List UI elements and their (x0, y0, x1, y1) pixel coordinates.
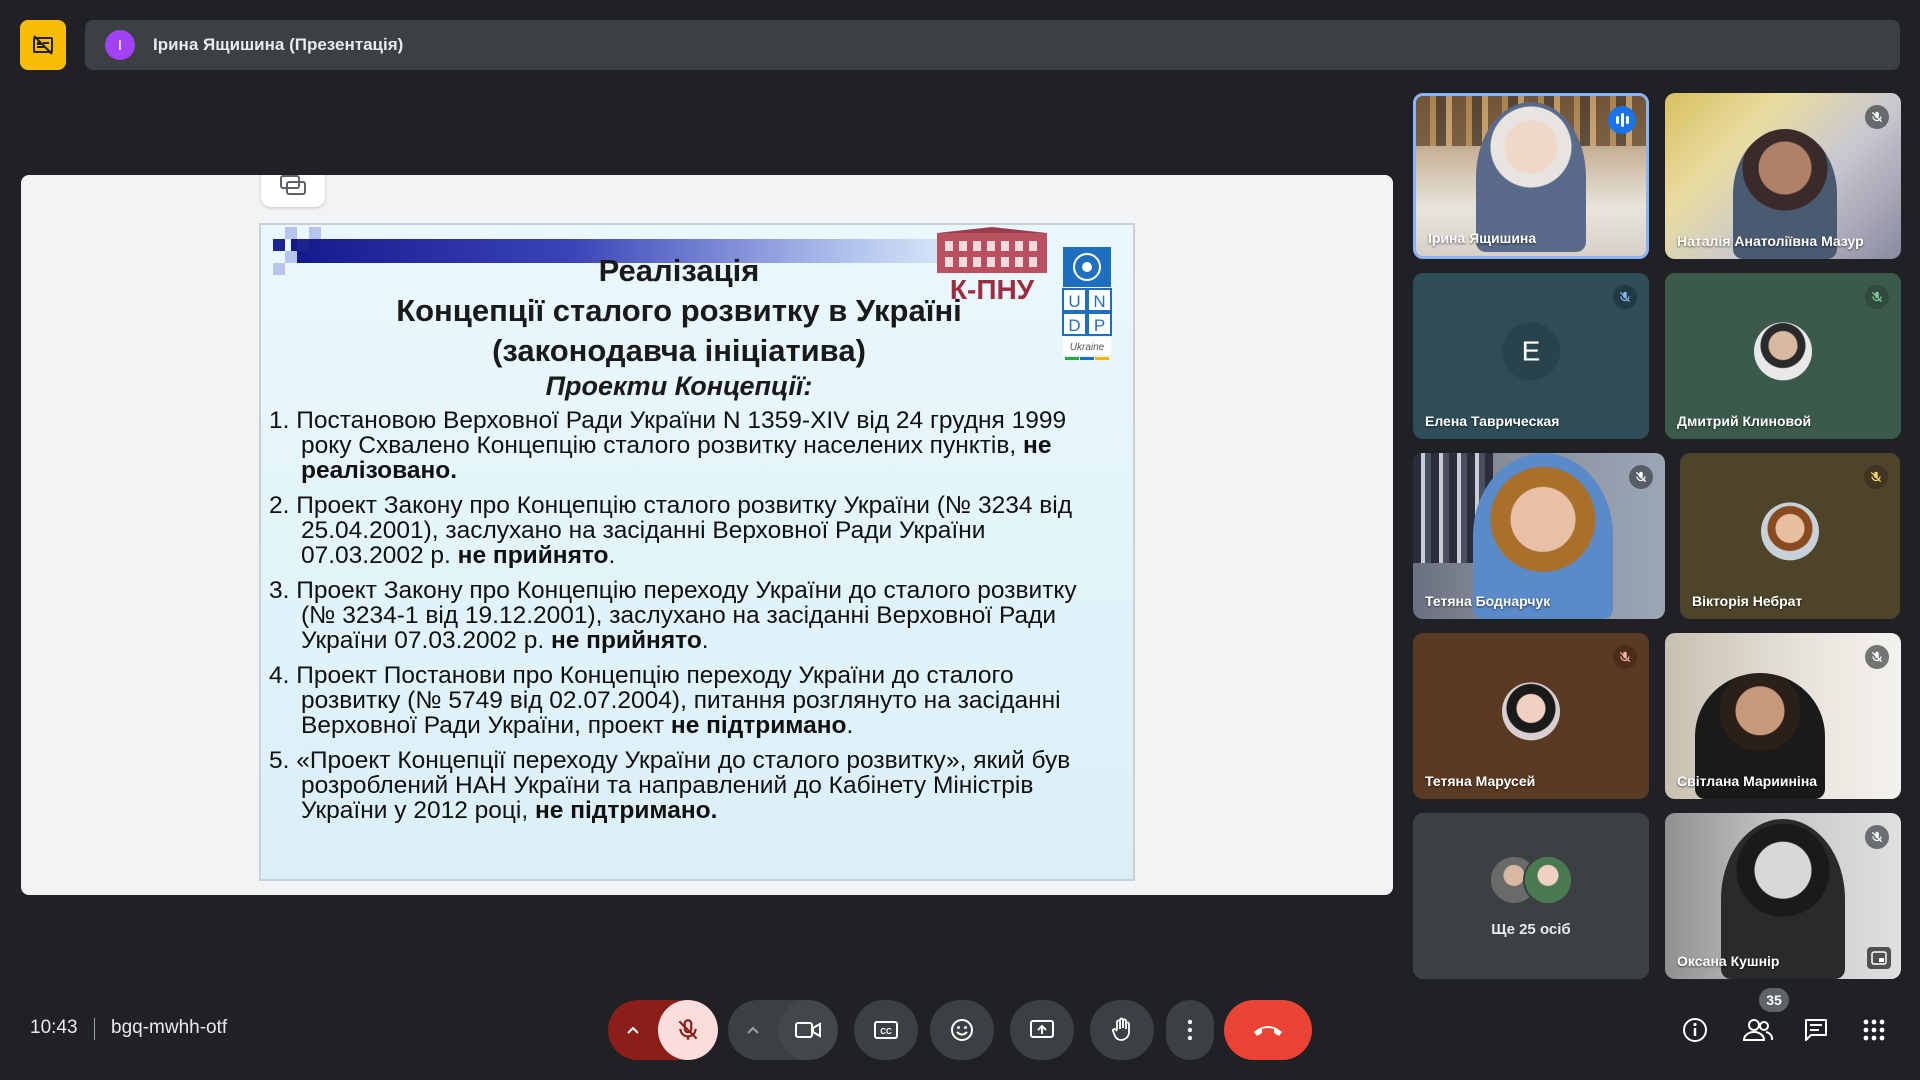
meeting-details-button[interactable] (1679, 1014, 1711, 1046)
slide-decor-square (297, 239, 309, 251)
participant-name: Дмитрий Клиновой (1677, 413, 1812, 429)
raise-hand-button[interactable] (1090, 1000, 1154, 1060)
slide-decor-square (309, 227, 321, 239)
presenter-bar: І Ірина Ящишина (Презентація) (85, 20, 1900, 70)
mic-off-icon (1613, 285, 1637, 309)
mic-toggle-button[interactable] (658, 1000, 718, 1060)
activities-button[interactable] (1858, 1014, 1890, 1046)
participant-tile[interactable]: Ірина Ящишина (1413, 93, 1649, 259)
chevron-up-icon (627, 1026, 639, 1034)
meeting-code: bgq-mwhh-otf (111, 1017, 228, 1038)
presentation-stage[interactable]: К-ПНУ U N D P Ukraine Реалізація Концепц… (21, 175, 1393, 895)
participant-name: Тетяна Боднарчук (1425, 593, 1551, 609)
presentation-controls-tab[interactable] (261, 175, 325, 207)
mic-off-icon (1865, 825, 1889, 849)
participant-count-badge: 35 (1759, 988, 1789, 1012)
present-screen-icon (1030, 1020, 1054, 1038)
mic-off-icon (1865, 105, 1889, 129)
participant-name: Елена Тавричеcкая (1425, 413, 1560, 429)
more-participants-avatars (1489, 855, 1573, 907)
mic-off-icon (1865, 645, 1889, 669)
speaking-indicator-icon (1608, 106, 1636, 134)
more-vert-icon (1187, 1019, 1193, 1041)
camera-control-group (728, 1000, 838, 1060)
participant-avatar: Е (1502, 322, 1560, 381)
mic-off-icon (1864, 465, 1888, 489)
audio-options-button[interactable] (608, 1000, 658, 1060)
participant-tile[interactable]: Тетяна Марусей (1413, 633, 1649, 799)
presenter-label: Ірина Ящишина (Презентація) (153, 35, 404, 54)
participant-name: Оксана Кушнір (1677, 953, 1780, 969)
participant-avatar (1761, 502, 1819, 561)
divider (94, 1018, 95, 1040)
participant-name: Світлана Марииніна (1677, 773, 1818, 789)
presenter-avatar: І (105, 30, 135, 60)
participant-tile[interactable]: Дмитрий Клиновой (1665, 273, 1901, 439)
more-participants-tile[interactable]: Ще 25 осіб (1413, 813, 1649, 979)
camera-toggle-button[interactable] (778, 1000, 838, 1060)
raise-hand-icon (1112, 1017, 1130, 1041)
participant-name: Вікторія Небрат (1692, 593, 1803, 609)
participant-tile[interactable]: Вікторія Небрат (1680, 453, 1900, 619)
mic-off-icon (1629, 465, 1653, 489)
chat-button[interactable] (1800, 1014, 1832, 1046)
more-participants-label: Ще 25 осіб (1491, 921, 1571, 938)
reactions-button[interactable] (930, 1000, 994, 1060)
recording-badge[interactable] (20, 20, 66, 70)
slide-title-line1: Реалізація (598, 253, 760, 288)
participant-tile[interactable]: Наталія Анатоліївна Мазур (1665, 93, 1901, 259)
call-end-icon (1254, 1026, 1282, 1036)
participant-avatar (1523, 855, 1573, 905)
slide-list-item: 5. «Проект Концепції переходу України до… (269, 747, 1071, 824)
presentation-slide: К-ПНУ U N D P Ukraine Реалізація Концепц… (259, 223, 1135, 881)
closed-captions-icon: CC (874, 1021, 898, 1039)
captions-button[interactable]: CC (854, 1000, 918, 1060)
mic-control-group (608, 1000, 718, 1060)
slide-title-line2: Концепції сталого розвитку в Україні (396, 293, 962, 328)
chevron-up-icon (747, 1026, 759, 1034)
pin-frame-icon[interactable] (1867, 947, 1891, 969)
recording-off-icon (33, 35, 53, 55)
participant-tile[interactable]: Тетяна Боднарчук (1413, 453, 1665, 619)
participant-name: Ірина Ящишина (1428, 230, 1537, 246)
emoji-icon (951, 1019, 973, 1041)
slide-title-line3: (законодавча ініціатива) (492, 333, 866, 368)
people-button[interactable] (1740, 1014, 1776, 1046)
present-button[interactable] (1010, 1000, 1074, 1060)
more-options-button[interactable] (1166, 1000, 1214, 1060)
slide-list-item: 3. Проект Закону про Концепцію переходу … (269, 577, 1077, 654)
slide-decor-square (285, 227, 297, 239)
slide-list-item: 2. Проект Закону про Концепцію сталого р… (269, 492, 1073, 569)
participant-tile[interactable]: Світлана Марииніна (1665, 633, 1901, 799)
svg-text:CC: CC (880, 1027, 892, 1036)
participant-tile[interactable]: Е Елена Тавричеcкая (1413, 273, 1649, 439)
slide-decor-square (273, 239, 285, 251)
participant-avatar (1502, 682, 1560, 741)
slides-icon (280, 175, 306, 195)
participant-name: Наталія Анатоліївна Мазур (1677, 233, 1864, 249)
participant-tile[interactable]: Оксана Кушнір (1665, 813, 1901, 979)
leave-call-button[interactable] (1224, 1000, 1312, 1060)
slide-list: 1. Постановою Верховної Ради України N 1… (269, 408, 1105, 833)
participant-avatar (1754, 322, 1812, 381)
meeting-time: 10:43 (30, 1017, 78, 1038)
mic-off-icon (678, 1019, 698, 1040)
slide-subtitle: Проекти Концепції: (545, 371, 813, 401)
video-options-button[interactable] (728, 1000, 778, 1060)
people-icon (1742, 1019, 1774, 1041)
info-icon (1683, 1018, 1707, 1042)
apps-grid-icon (1863, 1019, 1885, 1041)
chat-icon (1805, 1019, 1827, 1041)
mic-off-icon (1613, 645, 1637, 669)
participant-name: Тетяна Марусей (1425, 773, 1536, 789)
mic-off-icon (1865, 285, 1889, 309)
slide-list-item: 4. Проект Постанови про Концепцію перехо… (269, 662, 1061, 739)
videocam-icon (795, 1022, 821, 1038)
slide-list-item: 1. Постановою Верховної Ради України N 1… (269, 407, 1067, 484)
